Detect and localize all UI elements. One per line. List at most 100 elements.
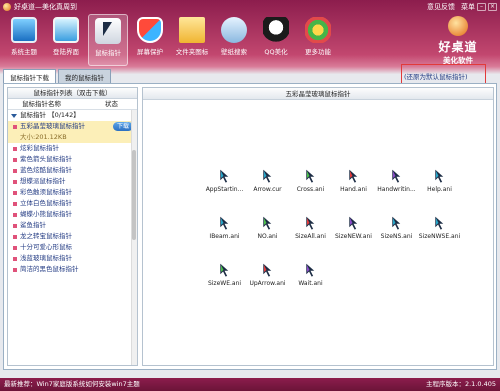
list-item-label: 鲨鱼指针	[20, 221, 46, 229]
list-item-label: 蝴蝶小熊鼠标指针	[20, 210, 72, 218]
toolbar-button-6[interactable]: QQ美化	[256, 14, 296, 66]
cursor-item-icon	[13, 157, 17, 162]
list-item-selected[interactable]: 五彩晶莹玻璃鼠标指针 下载 大小:201.12KB	[8, 121, 137, 143]
list-item[interactable]: 简洁的黑色鼠标指针	[8, 264, 137, 275]
list-columns: 鼠标指针名称 状态	[8, 99, 137, 110]
title-bar: 好桌道—美化真周到 意见反馈 菜单 – ×	[0, 0, 500, 13]
more-icon	[305, 17, 331, 43]
group-label: 鼠标指针 【0/142】	[20, 111, 80, 119]
status-version: 主程序版本：2.1.0.405	[425, 380, 496, 388]
cursor-arrow-icon	[348, 215, 360, 231]
preview-title: 五彩晶莹玻璃鼠标指针	[143, 88, 493, 100]
cursor-arrow-icon	[391, 215, 403, 231]
status-recommendation[interactable]: 最新推荐：Win7家庭版系统如何安装win7主题	[4, 378, 140, 391]
list-item[interactable]: 蝴蝶小熊鼠标指针	[8, 209, 137, 220]
cursor-name: SizeAll.ani	[295, 233, 326, 240]
list-scrollbar[interactable]	[131, 110, 137, 365]
cursor-name: SizeWE.ani	[207, 280, 242, 287]
cursor-preview[interactable]: Wait.ani	[289, 262, 332, 287]
toolbar-label: 文件夹图标	[175, 48, 209, 56]
list-item-label: 龙之转宝鼠标指针	[20, 232, 72, 240]
toolbar-label: 屏幕保护	[137, 48, 163, 56]
toolbar-button-3[interactable]: 屏幕保护	[130, 14, 170, 66]
list-item-label: 紫色箭头鼠标指针	[20, 155, 72, 163]
status-bar: 最新推荐：Win7家庭版系统如何安装win7主题 主程序版本：2.1.0.405	[0, 378, 500, 391]
toolbar-label: 系统主题	[11, 48, 37, 56]
toolbar-button-0[interactable]: 系统主题	[4, 14, 44, 66]
cursor-preview[interactable]: AppStartin...	[203, 168, 246, 193]
item-size: 大小:201.12KB	[20, 133, 67, 141]
minimize-button[interactable]: –	[477, 2, 486, 11]
cursor-preview[interactable]: SizeAll.ani	[289, 215, 332, 240]
tab-cursor-download[interactable]: 鼠标指针下载	[3, 69, 56, 83]
cursor-item-icon	[13, 223, 17, 228]
toolbar-button-7[interactable]: 更多功能	[298, 14, 338, 66]
close-button[interactable]: ×	[488, 2, 497, 11]
cursor-arrow-icon	[262, 215, 274, 231]
brand-logo: 好桌道 美化软件	[422, 16, 494, 66]
list-item[interactable]: 十分可爱心形鼠标	[8, 242, 137, 253]
list-item[interactable]: 立体白色鼠标指针	[8, 198, 137, 209]
cursor-name: NO.ani	[257, 233, 278, 240]
menu-link[interactable]: 菜单	[461, 2, 475, 12]
cursor-preview[interactable]: SizeNWSE.ani	[418, 215, 461, 240]
cursor-name: AppStartin...	[205, 186, 244, 193]
desktop-icon	[53, 17, 79, 43]
preview-panel: 五彩晶莹玻璃鼠标指针 AppStartin... Arrow.cur Cross.a…	[142, 87, 494, 366]
list-header: 鼠标指针列表（双击下载）	[8, 88, 137, 99]
tab-my-cursors[interactable]: 我的鼠标指针	[58, 69, 111, 83]
cursor-item-icon	[13, 179, 17, 184]
cursor-item-icon	[13, 234, 17, 239]
cursor-item-icon	[13, 212, 17, 217]
content-panel: 鼠标指针列表（双击下载） 鼠标指针名称 状态 鼠标指针 【0/142】 五彩晶莹…	[3, 83, 497, 370]
cursor-preview[interactable]: SizeNEW.ani	[332, 215, 375, 240]
cursor-preview[interactable]: SizeWE.ani	[203, 262, 246, 287]
list-item-label: 彩色触须鼠标指针	[20, 188, 72, 196]
cursor-name: Cross.ani	[296, 186, 325, 193]
cursor-arrow-icon	[219, 262, 231, 278]
download-button[interactable]: 下载	[112, 122, 133, 131]
main-toolbar: 系统主题 登陆界面 鼠标指针 屏幕保护 文件夹图标 壁纸搜索 QQ美化 更多功能	[4, 14, 340, 68]
cursor-arrow-icon	[434, 168, 446, 184]
list-item[interactable]: 蓝色炫酷鼠标指针	[8, 165, 137, 176]
toolbar-button-2[interactable]: 鼠标指针	[88, 14, 128, 66]
cursor-arrow-icon	[262, 168, 274, 184]
cursor-preview[interactable]: Handwritin...	[375, 168, 418, 193]
cursor-preview[interactable]: Hand.ani	[332, 168, 375, 193]
list-item[interactable]: 浅蓝玻璃鼠标指针	[8, 253, 137, 264]
list-group[interactable]: 鼠标指针 【0/142】	[8, 110, 137, 121]
cursor-icon	[95, 18, 121, 44]
cursor-arrow-icon	[434, 215, 446, 231]
cursor-preview[interactable]: Arrow.cur	[246, 168, 289, 193]
list-item[interactable]: 龙之转宝鼠标指针	[8, 231, 137, 242]
window-title: 好桌道—美化真周到	[14, 2, 77, 11]
list-item-label: 想蝶派鼠标指针	[20, 177, 66, 185]
list-item[interactable]: 紫色箭头鼠标指针	[8, 154, 137, 165]
toolbar-label: 更多功能	[305, 48, 331, 56]
list-item[interactable]: 炫彩鼠标指针	[8, 143, 137, 154]
scrollbar-thumb[interactable]	[132, 150, 136, 240]
cursor-arrow-icon	[305, 168, 317, 184]
shield-icon	[137, 17, 163, 43]
cursor-preview[interactable]: UpArrow.ani	[246, 262, 289, 287]
cursor-preview[interactable]: NO.ani	[246, 215, 289, 240]
cursor-preview[interactable]: Cross.ani	[289, 168, 332, 193]
toolbar-button-5[interactable]: 壁纸搜索	[214, 14, 254, 66]
cursor-preview[interactable]: SizeNS.ani	[375, 215, 418, 240]
cursor-grid: AppStartin... Arrow.cur Cross.ani Hand.ani H…	[203, 168, 463, 287]
list-item-label: 浅蓝玻璃鼠标指针	[20, 254, 72, 262]
cursor-arrow-icon	[348, 168, 360, 184]
feedback-link[interactable]: 意见反馈	[427, 2, 455, 12]
cursor-item-icon	[13, 190, 17, 195]
list-item[interactable]: 鲨鱼指针	[8, 220, 137, 231]
toolbar-button-4[interactable]: 文件夹图标	[172, 14, 212, 66]
list-item[interactable]: 想蝶派鼠标指针	[8, 176, 137, 187]
list-item[interactable]: 彩色触须鼠标指针	[8, 187, 137, 198]
cursor-item-icon	[13, 201, 17, 206]
cursor-name: Wait.ani	[298, 280, 323, 287]
toolbar-label: QQ美化	[264, 48, 288, 56]
cursor-preview[interactable]: Help.ani	[418, 168, 461, 193]
toolbar-button-1[interactable]: 登陆界面	[46, 14, 86, 66]
cursor-name: Handwritin...	[377, 186, 416, 193]
cursor-preview[interactable]: IBeam.ani	[203, 215, 246, 240]
